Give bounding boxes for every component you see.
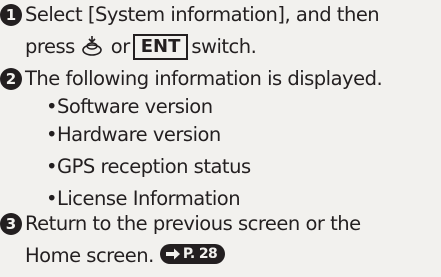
or-text: or [110, 35, 130, 58]
step-2-number-badge: 2 [0, 68, 22, 90]
instruction-page: 1 Select [System information], and then … [0, 0, 441, 277]
press-text: press [25, 35, 75, 58]
step-1-number-badge: 1 [0, 4, 22, 26]
page-reference-label: P. 28 [182, 246, 218, 262]
arrow-right-icon [165, 248, 180, 260]
step-1-text: Select [System information], and then [25, 3, 380, 26]
home-screen-text: Home screen. [25, 244, 154, 267]
step-3-number-badge: 3 [0, 213, 22, 235]
step-3-text: Return to the previous screen or the [25, 212, 361, 235]
interface-dial-icon [81, 35, 103, 57]
switch-text: switch. [191, 35, 257, 58]
bullet-text: •Software version [46, 95, 213, 118]
bullet-text: •Hardware version [46, 123, 221, 146]
step-1-continuation: press or ENT switch. [25, 32, 257, 62]
bullet-text: •GPS reception status [46, 155, 251, 178]
page-reference-link[interactable]: P. 28 [159, 244, 226, 264]
ent-button-icon: ENT [132, 34, 189, 60]
step-2-text: The following information is displayed. [25, 67, 383, 90]
step-3-continuation: Home screen. P. 28 [25, 241, 226, 271]
